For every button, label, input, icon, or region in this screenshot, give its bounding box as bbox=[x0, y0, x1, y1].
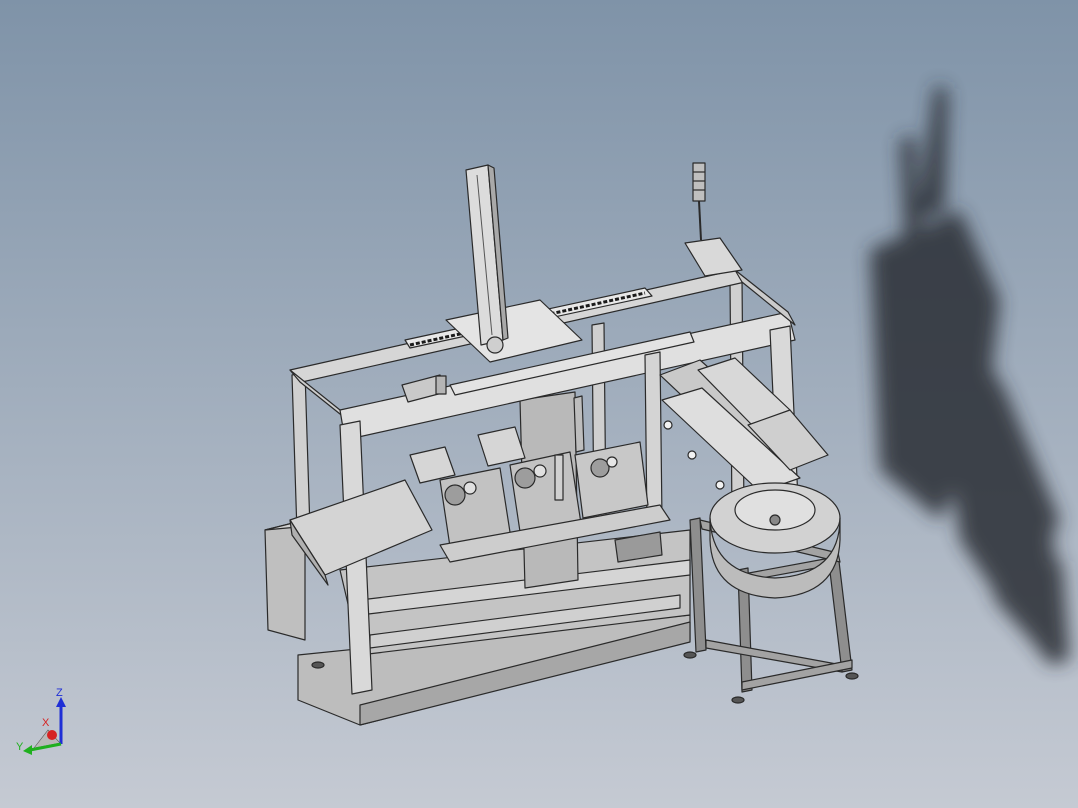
stand-foot-3 bbox=[845, 672, 859, 680]
signal-tower-stack bbox=[692, 162, 706, 202]
coordinate-triad: Z X Y bbox=[14, 687, 76, 758]
triad-z-label: Z bbox=[56, 688, 63, 699]
sensor-3 bbox=[715, 480, 725, 490]
z-axis-flange bbox=[486, 336, 504, 354]
vertical-guide bbox=[573, 395, 585, 453]
cad-graphics-area[interactable]: Z X Y bbox=[0, 0, 1078, 808]
triad-origin bbox=[47, 730, 57, 740]
conveyor-pulley bbox=[769, 514, 781, 526]
model-view[interactable] bbox=[0, 0, 1078, 808]
stand-foot-4 bbox=[311, 661, 325, 669]
stand-foot-1 bbox=[683, 651, 697, 659]
stand-foot-2 bbox=[731, 696, 745, 704]
sensor-2 bbox=[687, 450, 697, 460]
triad-x-label: X bbox=[42, 717, 50, 729]
triad-y-label: Y bbox=[16, 741, 24, 753]
sensor-1 bbox=[663, 420, 673, 430]
y-arrow-head bbox=[23, 745, 32, 755]
servo-motor-flange bbox=[435, 375, 447, 395]
